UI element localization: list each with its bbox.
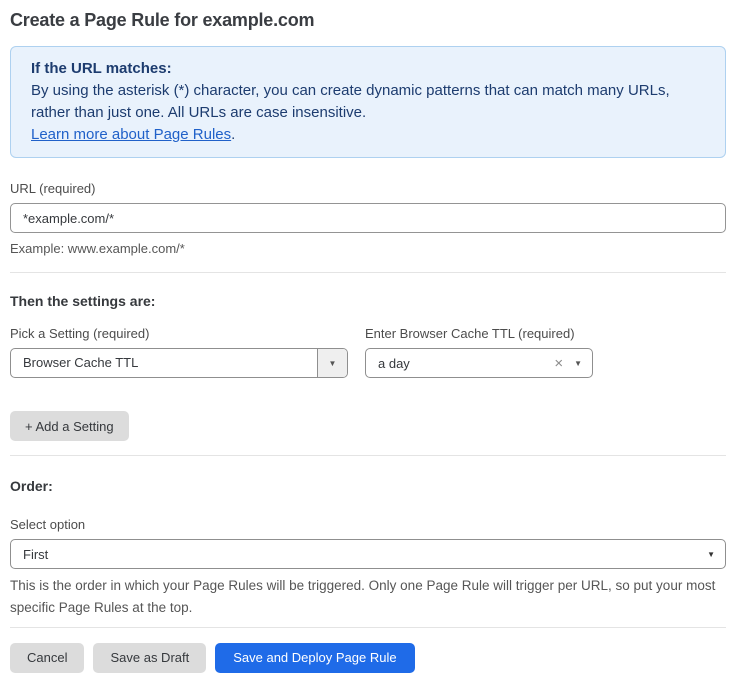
setting-select-arrow-button[interactable]: ▼	[317, 349, 347, 377]
save-and-deploy-button[interactable]: Save and Deploy Page Rule	[215, 643, 414, 673]
chevron-down-icon: ▼	[697, 550, 725, 559]
order-helper-text: This is the order in which your Page Rul…	[10, 575, 726, 619]
clear-icon[interactable]: ×	[545, 356, 572, 371]
url-example-helper: Example: www.example.com/*	[10, 241, 726, 256]
ttl-select[interactable]: a day × ▼	[365, 348, 593, 378]
info-banner-body-line1: By using the asterisk (*) character, you…	[31, 80, 705, 102]
chevron-down-icon: ▼	[329, 359, 337, 368]
order-select[interactable]: First ▼	[10, 539, 726, 569]
section-divider	[10, 272, 726, 273]
url-match-info-banner: If the URL matches: By using the asteris…	[10, 46, 726, 158]
page-title: Create a Page Rule for example.com	[10, 9, 726, 31]
add-setting-button[interactable]: + Add a Setting	[10, 411, 129, 441]
pick-setting-label: Pick a Setting (required)	[10, 326, 348, 341]
chevron-down-icon[interactable]: ▼	[572, 359, 592, 368]
settings-row: Pick a Setting (required) Browser Cache …	[10, 309, 726, 378]
settings-section-heading: Then the settings are:	[10, 293, 726, 309]
footer-divider	[10, 627, 726, 628]
save-as-draft-button[interactable]: Save as Draft	[93, 643, 206, 673]
cancel-button[interactable]: Cancel	[10, 643, 84, 673]
url-field-label: URL (required)	[10, 181, 726, 196]
order-section-heading: Order:	[10, 478, 726, 494]
create-page-rule-form: Create a Page Rule for example.com If th…	[0, 0, 736, 673]
ttl-label: Enter Browser Cache TTL (required)	[365, 326, 593, 341]
ttl-select-value: a day	[366, 356, 545, 371]
order-select-label: Select option	[10, 517, 726, 532]
order-select-value: First	[11, 547, 697, 562]
section-divider	[10, 455, 726, 456]
footer-actions: Cancel Save as Draft Save and Deploy Pag…	[10, 643, 726, 673]
info-banner-body-line2: rather than just one. All URLs are case …	[31, 102, 705, 124]
url-input[interactable]	[10, 203, 726, 233]
info-banner-heading: If the URL matches:	[31, 58, 705, 80]
setting-select-value: Browser Cache TTL	[11, 349, 317, 377]
learn-more-link[interactable]: Learn more about Page Rules	[31, 126, 231, 143]
setting-select[interactable]: Browser Cache TTL ▼	[10, 348, 348, 378]
link-suffix-text: .	[231, 126, 235, 143]
